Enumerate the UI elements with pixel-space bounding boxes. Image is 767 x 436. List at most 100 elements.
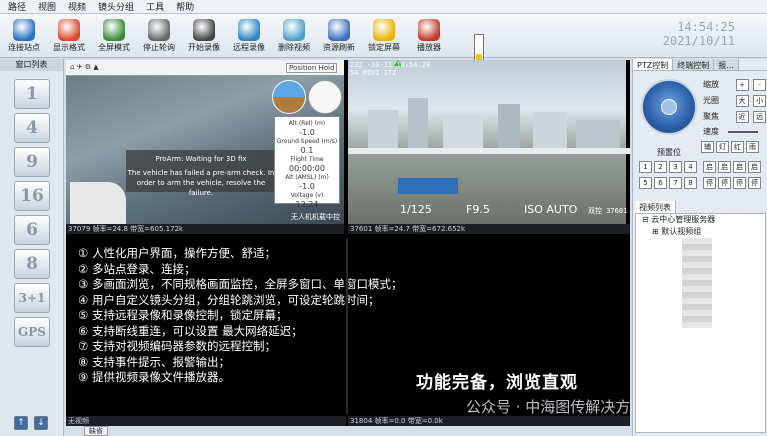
pane4-status-bar: 31804 帧率=0.0 带宽=0.0k	[348, 416, 630, 426]
menu-item-1[interactable]: 视图	[38, 0, 56, 13]
menu-item-3[interactable]: 镜头分组	[98, 0, 134, 13]
layout-button-6[interactable]: 6	[14, 215, 50, 245]
delete-video-icon	[283, 19, 305, 41]
compass-icon	[308, 80, 342, 114]
toolbar-button-2[interactable]: 全屏模式	[94, 17, 134, 55]
video-pane-gcs[interactable]: ⌂ ✈ ⚙ ▲ Position Hold ProArm: Waiting fo…	[66, 60, 344, 224]
layout-button-8[interactable]: 8	[14, 249, 50, 279]
aux-button-2[interactable]: 红	[731, 141, 744, 153]
preset-button-6[interactable]: 6	[654, 177, 667, 189]
video-tree: ⊟ 云中心管理服务器 ⊞ 默认视频组	[635, 213, 766, 433]
menu-item-2[interactable]: 视频	[68, 0, 86, 13]
toolbar-button-1[interactable]: 显示格式	[49, 17, 89, 55]
toolbar-button-9[interactable]: 播放器	[409, 17, 449, 55]
zoom-in-button[interactable]: +	[735, 79, 749, 91]
focus-far-button[interactable]: 远	[753, 111, 767, 123]
feature-item: ③ 多画面浏览，不同规格画面监控，全屏多窗口、单窗口模式；	[78, 277, 403, 291]
layout-button-16[interactable]: 16	[14, 181, 50, 211]
layout-button-9[interactable]: 9	[14, 147, 50, 177]
scroll-down-button[interactable]: ↓	[34, 416, 48, 430]
video-grid: ⌂ ✈ ⚙ ▲ Position Hold ProArm: Waiting fo…	[66, 60, 630, 426]
telemetry-value: 12.24	[295, 200, 319, 209]
flight-mode-select[interactable]: Position Hold	[286, 63, 338, 73]
preset-button-3[interactable]: 3	[669, 161, 682, 173]
preset-action-button[interactable]: 停	[718, 177, 731, 189]
preset-action-button[interactable]: 停	[733, 177, 746, 189]
toolbar-label: 资源刷新	[323, 43, 355, 52]
preset-button-2[interactable]: 2	[654, 161, 667, 173]
preset-action-button[interactable]: 停	[703, 177, 716, 189]
menu-item-4[interactable]: 工具	[146, 0, 164, 13]
tree-item-group[interactable]: ⊞ 默认视频组	[636, 226, 765, 238]
toolbar-button-4[interactable]: 开始录像	[184, 17, 224, 55]
features-pane: ① 人性化用户界面，操作方便、舒适； ② 多站点登录、连接； ③ 多画面浏览，不同规…	[66, 238, 630, 416]
ptz-panel: PTZ控制 终端控制 报... 缩放 + - 光圈 大 小 聚焦 近 远 速度 预置…	[632, 59, 767, 436]
toolbar-button-5[interactable]: 远程录像	[229, 17, 269, 55]
city-status-bar: 37601 帧率=24.7 带宽=672.652k	[348, 224, 630, 234]
ptz-tab-2[interactable]: 报...	[714, 59, 739, 70]
preset-label: 预置位	[657, 148, 681, 157]
ptz-direction-pad[interactable]	[641, 79, 697, 135]
toolbar-button-8[interactable]: 锁定屏幕	[364, 17, 404, 55]
layout-button-4[interactable]: 4	[14, 113, 50, 143]
minimap	[70, 182, 126, 224]
scroll-up-button[interactable]: ↑	[14, 416, 28, 430]
gcs-status-bar: 37079 帧率=24.8 带宽=605.172k	[66, 224, 344, 234]
monitor-fullscreen-icon	[103, 19, 125, 41]
preset-button-7[interactable]: 7	[669, 177, 682, 189]
menu-item-0[interactable]: 路径	[8, 0, 26, 13]
preset-action-button[interactable]: 启	[733, 161, 746, 173]
tab-default[interactable]: 缺省	[84, 426, 108, 436]
refresh-icon	[328, 19, 350, 41]
attitude-indicator	[272, 80, 306, 114]
video-list-title[interactable]: 视频列表	[635, 201, 676, 213]
focus-row: 聚焦 近 远	[703, 111, 767, 123]
speed-slider[interactable]	[727, 130, 758, 133]
tree-item-server[interactable]: ⊟ 云中心管理服务器	[636, 214, 765, 226]
feature-item: ⑨ 提供视频录像文件播放器。	[78, 370, 230, 384]
menu-item-5[interactable]: 帮助	[176, 0, 194, 13]
toolbar-button-6[interactable]: 删除视频	[274, 17, 314, 55]
features-list: ① 人性化用户界面，操作方便、舒适； ② 多站点登录、连接； ③ 多画面浏览，不同规…	[78, 246, 402, 386]
preset-button-5[interactable]: 5	[639, 177, 652, 189]
feature-item: ⑦ 支持对视频编码器参数的远程控制；	[78, 339, 276, 353]
server-label: 云中心管理服务器	[651, 215, 716, 224]
preset-action-button[interactable]: 停	[748, 177, 761, 189]
toolbar-button-0[interactable]: 连接站点	[4, 17, 44, 55]
toolbar-label: 删除视频	[278, 43, 310, 52]
shutter-value: 1/125	[400, 203, 432, 216]
toolbar-button-3[interactable]: 停止轮询	[139, 17, 179, 55]
preset-action-button[interactable]: 启	[703, 161, 716, 173]
dpad-center-button[interactable]	[661, 99, 677, 115]
aux-button-0[interactable]: 辅	[701, 141, 714, 153]
zoom-label: 缩放	[703, 80, 719, 89]
speed-row: 速度	[703, 126, 758, 137]
zoom-out-button[interactable]: -	[753, 79, 767, 91]
ptz-tab-1[interactable]: 终端控制	[673, 59, 715, 70]
ptz-tabs: PTZ控制 终端控制 报...	[633, 59, 767, 71]
preset-button-1[interactable]: 1	[639, 161, 652, 173]
layout-button-1[interactable]: 1	[14, 79, 50, 109]
focus-near-button[interactable]: 近	[735, 111, 749, 123]
preset-action-button[interactable]: 启	[748, 161, 761, 173]
iris-big-button[interactable]: 大	[735, 95, 749, 107]
iris-small-button[interactable]: 小	[753, 95, 767, 107]
aux-button-1[interactable]: 灯	[716, 141, 729, 153]
ptz-tab-0[interactable]: PTZ控制	[633, 59, 674, 70]
preset-action-button[interactable]: 启	[718, 161, 731, 173]
toolbar-button-7[interactable]: 资源刷新	[319, 17, 359, 55]
preset-button-4[interactable]: 4	[684, 161, 697, 173]
gcs-toolbar: ⌂ ✈ ⚙ ▲ Position Hold	[66, 60, 344, 76]
feature-item: ② 多站点登录、连接；	[78, 261, 196, 276]
video-pane-city[interactable]: 232 -10-11 14:54:29 54 MIDI ITZ 1/125 F9…	[348, 60, 630, 224]
toolbar-label: 开始录像	[188, 43, 220, 52]
toolbar-label: 远程录像	[233, 43, 265, 52]
preset-button-8[interactable]: 8	[684, 177, 697, 189]
lock-icon	[373, 19, 395, 41]
app-window: 路径 视图 视频 镜头分组 工具 帮助 14:54:25 2021/10/11 连接站点 显…	[0, 0, 767, 436]
aux-button-3[interactable]: 雨	[746, 141, 759, 153]
layout-button-GPS[interactable]: GPS	[14, 317, 50, 347]
group-label: 默认视频组	[661, 227, 702, 236]
layout-button-3+1[interactable]: 3+1	[14, 283, 50, 313]
slogan: 功能完备，浏览直观	[416, 373, 578, 393]
